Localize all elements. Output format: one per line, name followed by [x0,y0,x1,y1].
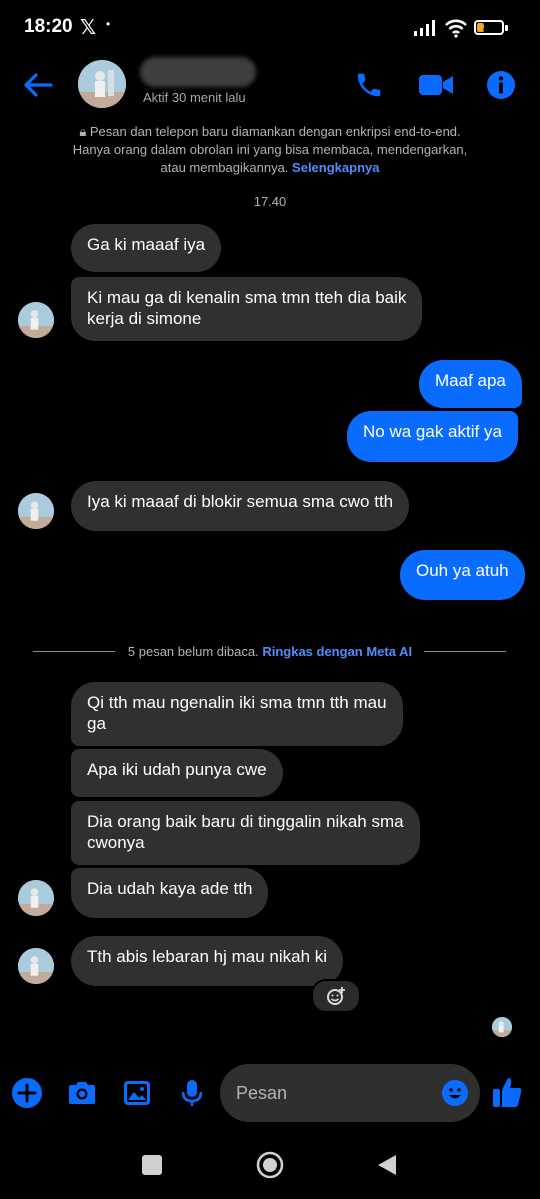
contact-avatar[interactable] [78,60,126,108]
notification-dot: • [106,17,111,31]
sender-avatar[interactable] [18,302,54,338]
message-bubble[interactable]: Ga ki maaaf iya [71,224,222,272]
sender-avatar[interactable] [18,880,54,916]
avatar-photo [78,60,126,108]
microphone-icon[interactable] [176,1077,208,1109]
status-time: 18:20 [24,16,73,37]
encryption-notice: 🔒︎ Pesan dan telepon baru diamankan deng… [60,123,480,177]
message-timestamp: 17.40 [253,194,287,209]
battery-level: 28 [482,21,496,33]
last-active-status: Aktif 30 menit lalu [143,90,246,105]
unread-divider: 5 pesan belum dibaca. Ringkas dengan Met… [0,644,540,659]
camera-icon[interactable] [66,1077,98,1109]
message-bubble[interactable]: Ki mau ga di kenalin sma tmn tteh dia ba… [71,277,423,341]
plus-icon[interactable] [11,1077,43,1109]
message-bubble[interactable]: Dia orang baik baru di tinggalin nikah s… [71,801,420,865]
sender-avatar[interactable] [18,948,54,984]
message-input-placeholder: Pesan [236,1083,288,1103]
battery-cap [505,25,508,31]
lock-icon: 🔒︎ [79,124,87,139]
message-bubble[interactable]: Ouh ya atuh [400,550,525,600]
seen-avatar [492,1017,512,1037]
phone-icon[interactable] [354,70,384,100]
unread-count: 5 pesan belum dibaca. [127,644,259,659]
message-bubble[interactable]: Maaf apa [419,360,522,408]
gallery-icon[interactable] [121,1077,153,1109]
info-icon[interactable] [486,70,516,100]
summarize-meta-ai-link[interactable]: Ringkas dengan Meta AI [262,644,412,659]
message-bubble[interactable]: Qi tth mau ngenalin iki sma tmn tth mau … [71,682,403,746]
encryption-text: Pesan dan telepon baru diamankan dengan … [72,124,468,175]
home-button[interactable] [256,1151,284,1179]
sender-avatar[interactable] [18,493,54,529]
message-bubble[interactable]: Tth abis lebaran hj mau nikah ki [71,936,344,986]
emoji-icon[interactable] [441,1079,469,1107]
x-app-icon: 𝕏 [80,17,97,39]
signal-icon [414,20,435,36]
learn-more-link[interactable]: Selengkapnya [292,160,379,175]
contact-name-redacted[interactable] [140,57,256,87]
add-reaction-icon [327,987,345,1005]
add-reaction-button[interactable] [311,979,361,1013]
battery-icon: 28 [474,20,504,35]
thumbs-up-icon[interactable] [491,1075,523,1109]
message-bubble[interactable]: Apa iki udah punya cwe [71,749,283,797]
recent-apps-button[interactable] [142,1155,162,1175]
wifi-icon [445,19,467,38]
back-button[interactable] [376,1153,398,1177]
message-bubble[interactable]: Iya ki maaaf di blokir semua sma cwo tth [71,481,410,531]
message-bubble[interactable]: No wa gak aktif ya [347,411,518,462]
video-camera-icon[interactable] [418,72,454,98]
message-bubble[interactable]: Dia udah kaya ade tth [71,868,269,918]
arrow-left-icon[interactable] [22,70,54,100]
